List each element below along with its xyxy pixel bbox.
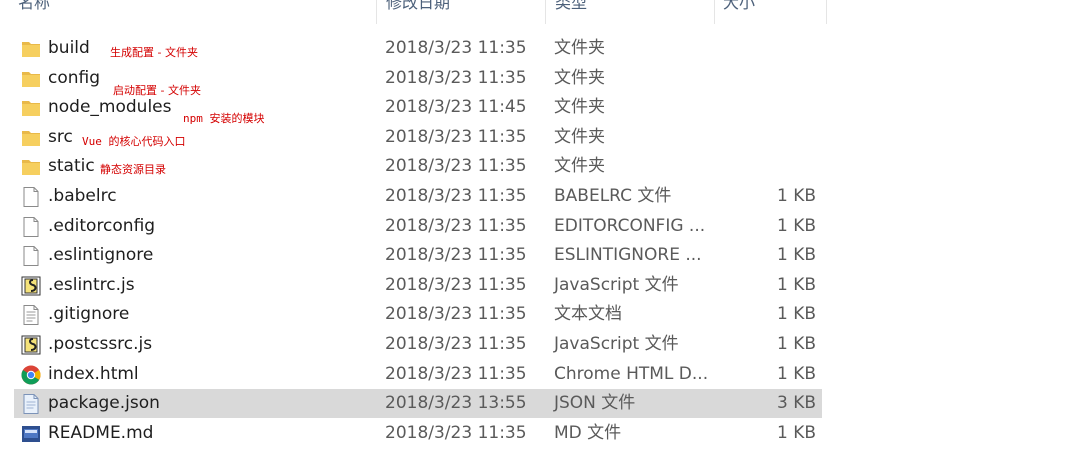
file-name: static xyxy=(48,156,95,177)
file-date: 2018/3/23 11:35 xyxy=(385,334,527,354)
file-name: config xyxy=(48,67,101,88)
annotation-config: 启动配置 - 文件夹 xyxy=(113,84,201,97)
column-name-header[interactable]: 名称 xyxy=(18,0,368,24)
file-row[interactable]: .gitignore 2018/3/23 11:35 文本文档 1 KB xyxy=(14,300,822,329)
column-date-header[interactable]: 修改日期 xyxy=(386,0,536,24)
file-type: JavaScript 文件 xyxy=(554,334,679,354)
file-row-selected[interactable]: package.json 2018/3/23 13:55 JSON 文件 3 KB xyxy=(14,389,822,419)
file-row[interactable]: .postcssrc.js 2018/3/23 11:35 JavaScript 文… xyxy=(14,330,822,359)
file-row[interactable]: .editorconfig 2018/3/23 11:35 EDITORCONFIG… xyxy=(14,212,822,241)
file-type: ESLINTIGNORE ... xyxy=(554,245,702,266)
folder-icon xyxy=(20,38,42,60)
column-header: 名称 修改日期 类型 大小 xyxy=(0,0,827,24)
file-date: 2018/3/23 11:45 xyxy=(385,97,527,118)
column-type-header[interactable]: 类型 xyxy=(555,0,705,24)
file-name: .editorconfig xyxy=(48,215,156,236)
file-name: .postcssrc.js xyxy=(48,334,153,354)
file-name: README.md xyxy=(48,422,154,443)
file-name: src xyxy=(48,126,73,147)
file-date: 2018/3/23 11:35 xyxy=(385,38,527,58)
folder-icon xyxy=(20,97,42,119)
file-type: 文本文档 xyxy=(554,304,622,325)
file-type: JavaScript 文件 xyxy=(554,274,679,295)
file-date: 2018/3/23 13:55 xyxy=(385,393,527,414)
file-date: 2018/3/23 11:35 xyxy=(385,67,527,88)
file-name: .gitignore xyxy=(48,304,130,325)
annotation-build: 生成配置 - 文件夹 xyxy=(110,46,198,59)
file-type: Chrome HTML D... xyxy=(554,363,709,384)
file-type: 文件夹 xyxy=(554,67,605,88)
file-icon xyxy=(20,186,42,208)
annotation-static: 静态资源目录 xyxy=(100,163,166,176)
file-size xyxy=(704,93,816,122)
column-size-header[interactable]: 大小 xyxy=(723,0,823,24)
file-date: 2018/3/23 11:35 xyxy=(385,186,527,206)
file-row[interactable]: .babelrc 2018/3/23 11:35 BABELRC 文件 1 KB xyxy=(14,182,822,211)
annotation-src: Vue 的核心代码入口 xyxy=(82,135,186,148)
column-divider[interactable] xyxy=(826,0,827,24)
file-date: 2018/3/23 11:35 xyxy=(385,126,527,147)
file-date: 2018/3/23 11:35 xyxy=(385,304,527,325)
file-size: 1 KB xyxy=(776,422,816,443)
file-size xyxy=(704,152,816,181)
file-row[interactable]: README.md 2018/3/23 11:35 MD 文件 1 KB xyxy=(14,419,822,448)
file-size: 1 KB xyxy=(776,215,816,236)
file-date: 2018/3/23 11:35 xyxy=(385,274,527,295)
folder-icon xyxy=(20,156,42,178)
file-size: 1 KB xyxy=(776,245,816,266)
file-name: index.html xyxy=(48,363,139,384)
file-size xyxy=(704,64,816,93)
file-size: 3 KB xyxy=(776,393,816,414)
file-size: 1 KB xyxy=(776,363,816,384)
file-row[interactable]: .eslintignore 2018/3/23 11:35 ESLINTIGNORE… xyxy=(14,241,822,270)
folder-icon xyxy=(20,68,42,90)
file-size xyxy=(704,34,816,63)
file-name: package.json xyxy=(48,393,160,414)
file-type: 文件夹 xyxy=(554,97,605,118)
column-divider[interactable] xyxy=(545,0,546,24)
file-size: 1 KB xyxy=(776,186,816,206)
md-file-icon xyxy=(20,423,42,445)
file-type: JSON 文件 xyxy=(554,393,636,414)
js-script-icon xyxy=(20,275,42,297)
file-size: 1 KB xyxy=(776,304,816,325)
file-type: EDITORCONFIG ... xyxy=(554,215,706,236)
file-size: 1 KB xyxy=(776,274,816,295)
chrome-icon xyxy=(20,364,42,386)
file-date: 2018/3/23 11:35 xyxy=(385,245,527,266)
column-divider[interactable] xyxy=(376,0,377,24)
file-icon xyxy=(20,245,42,267)
text-file-icon xyxy=(20,304,42,326)
file-size: 1 KB xyxy=(776,334,816,354)
file-date: 2018/3/23 11:35 xyxy=(385,422,527,443)
file-icon xyxy=(20,216,42,238)
file-type: 文件夹 xyxy=(554,38,605,58)
file-type: 文件夹 xyxy=(554,126,605,147)
annotation-node-modules: npm 安装的模块 xyxy=(183,112,265,125)
file-type: 文件夹 xyxy=(554,156,605,177)
file-name: .babelrc xyxy=(48,186,117,206)
file-date: 2018/3/23 11:35 xyxy=(385,363,527,384)
file-date: 2018/3/23 11:35 xyxy=(385,156,527,177)
file-type: BABELRC 文件 xyxy=(554,186,672,206)
file-type: MD 文件 xyxy=(554,422,622,443)
file-name: build xyxy=(48,38,90,58)
file-row[interactable]: index.html 2018/3/23 11:35 Chrome HTML D..… xyxy=(14,360,822,389)
folder-icon xyxy=(20,127,42,149)
file-date: 2018/3/23 11:35 xyxy=(385,215,527,236)
file-size xyxy=(704,123,816,152)
file-name: .eslintrc.js xyxy=(48,274,135,295)
js-script-icon xyxy=(20,334,42,356)
column-divider[interactable] xyxy=(714,0,715,24)
file-name: .eslintignore xyxy=(48,245,154,266)
file-row[interactable]: .eslintrc.js 2018/3/23 11:35 JavaScript 文件… xyxy=(14,271,822,300)
json-file-icon xyxy=(20,393,42,415)
